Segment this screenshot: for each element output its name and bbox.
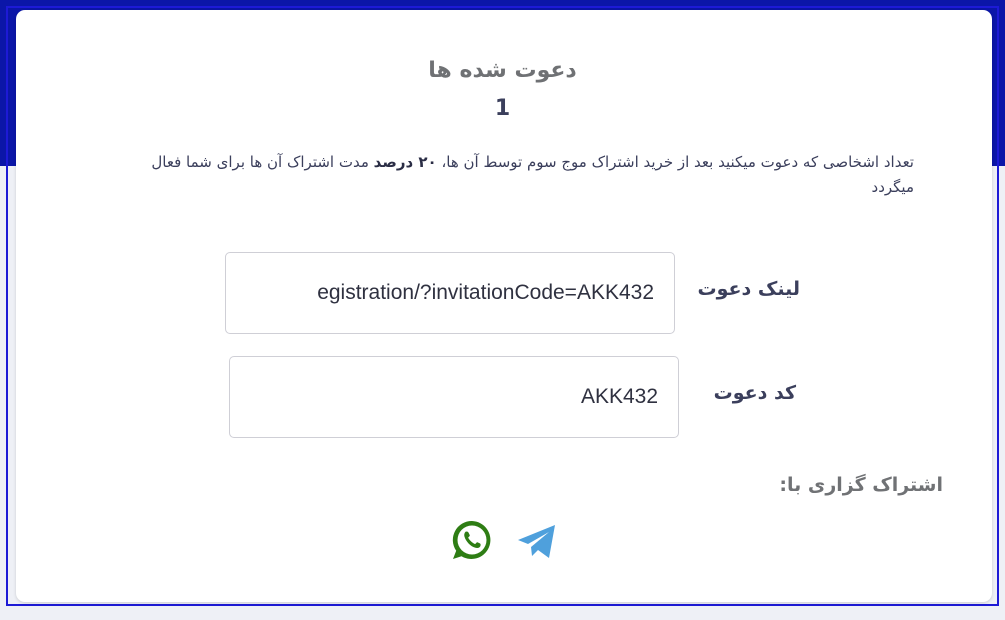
- invite-code-label: کد دعوت: [713, 382, 796, 404]
- invite-link-label: لینک دعوت: [697, 278, 800, 300]
- description-percent: ۲۰ درصد: [373, 153, 437, 171]
- invite-link-value: egistration/?invitationCode=AKK432: [317, 281, 654, 304]
- invited-title: دعوت شده ها: [428, 58, 577, 83]
- telegram-icon[interactable]: [516, 520, 560, 564]
- invite-description: تعداد اشخاصی که دعوت میکنید بعد از خرید …: [114, 150, 914, 200]
- invite-code-field[interactable]: AKK432: [229, 356, 679, 438]
- invite-code-value: AKK432: [580, 385, 658, 408]
- description-text: تعداد اشخاصی که دعوت میکنید بعد از خرید …: [436, 153, 914, 171]
- invite-link-field[interactable]: egistration/?invitationCode=AKK432: [225, 252, 675, 334]
- invited-count: 1: [494, 96, 511, 121]
- share-label: اشتراک گزاری با:: [779, 474, 943, 496]
- whatsapp-icon[interactable]: [450, 518, 494, 562]
